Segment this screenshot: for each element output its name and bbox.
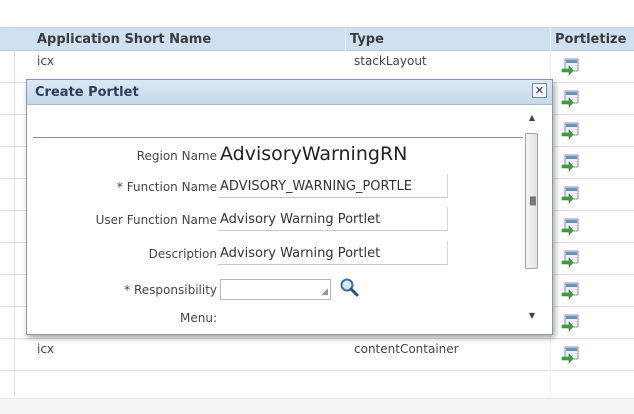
function-name-value: ADVISORY_WARNING_PORTLE xyxy=(220,179,413,194)
table-footer xyxy=(0,398,634,414)
column-divider xyxy=(345,28,346,52)
dialog-scrollbar[interactable]: ▲ ▬ ▬ ▬ ▼ xyxy=(522,113,542,328)
dialog-title: Create Portlet xyxy=(35,85,139,100)
table-row: icx contentContainer xyxy=(0,339,634,371)
region-name-value: AdvisoryWarningRN xyxy=(220,143,408,165)
portletize-icon[interactable] xyxy=(561,90,581,108)
dialog-divider xyxy=(33,137,523,138)
description-label: Description xyxy=(148,247,217,261)
portletize-icon[interactable] xyxy=(561,314,581,332)
portletize-icon[interactable] xyxy=(561,154,581,172)
portletize-icon[interactable] xyxy=(561,250,581,268)
create-portlet-dialog: Create Portlet ✕ Region Name AdvisoryWar… xyxy=(26,79,553,335)
portletize-icon[interactable] xyxy=(561,186,581,204)
cell-app-short-name: icx xyxy=(37,54,55,68)
close-icon[interactable]: ✕ xyxy=(532,83,547,98)
column-header-application-short-name[interactable]: Application Short Name xyxy=(37,32,211,47)
column-header-portletize[interactable]: Portletize xyxy=(555,32,626,47)
responsibility-input[interactable]: ◢ xyxy=(220,279,331,300)
portletize-icon[interactable] xyxy=(561,282,581,300)
scrollbar-grip-icon: ▬ ▬ ▬ xyxy=(529,193,537,208)
scrollbar-thumb[interactable]: ▬ ▬ ▬ xyxy=(525,133,538,269)
region-name-label: Region Name xyxy=(136,149,217,163)
scroll-down-icon[interactable]: ▼ xyxy=(522,311,542,325)
scroll-up-icon[interactable]: ▲ xyxy=(522,113,542,127)
cell-app-short-name: icx xyxy=(37,342,55,356)
portletize-icon[interactable] xyxy=(561,122,581,140)
user-function-name-label: User Function Name xyxy=(95,213,217,227)
table-header-row: Application Short Name Type Portletize xyxy=(0,27,634,52)
portletize-icon[interactable] xyxy=(561,58,581,76)
table-left-rule xyxy=(14,27,15,397)
cell-type: stackLayout xyxy=(354,54,427,68)
dialog-title-bar[interactable]: Create Portlet ✕ xyxy=(27,80,552,105)
resize-grip-icon: ◢ xyxy=(321,287,328,297)
function-name-label: * Function Name xyxy=(116,180,217,194)
user-function-name-value: Advisory Warning Portlet xyxy=(220,212,381,227)
column-header-type[interactable]: Type xyxy=(350,32,384,47)
menu-label: Menu: xyxy=(180,311,217,325)
responsibility-label: * Responsibility xyxy=(124,283,217,297)
search-icon[interactable] xyxy=(339,277,359,297)
description-value: Advisory Warning Portlet xyxy=(220,246,381,261)
portletize-icon[interactable] xyxy=(561,218,581,236)
cell-type: contentContainer xyxy=(354,342,459,356)
portletize-icon[interactable] xyxy=(561,346,581,364)
